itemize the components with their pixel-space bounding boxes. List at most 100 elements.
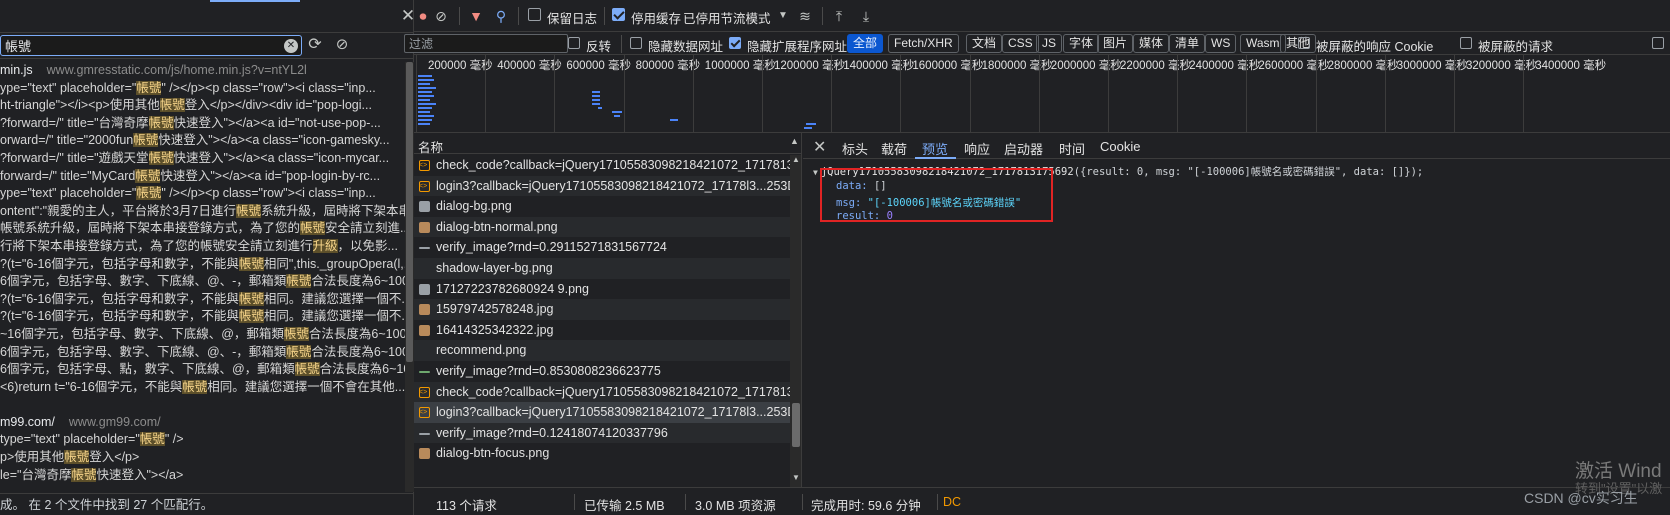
- blocked-requests-checkbox[interactable]: [1460, 37, 1472, 49]
- search-tabbar: ✕: [0, 0, 415, 33]
- result-match-line[interactable]: 6個字元，包括字母、數字、下底線、@、-，郵箱類帳號合法長度為6~100...: [0, 273, 405, 291]
- results-scroll-thumb[interactable]: [406, 62, 413, 362]
- request-list-header[interactable]: 名称 ▲: [414, 133, 801, 156]
- blocked-cookies-checkbox[interactable]: [1298, 37, 1310, 49]
- details-tab-0[interactable]: 标头: [842, 139, 868, 158]
- preserve-log-checkbox[interactable]: [528, 8, 541, 21]
- invert-checkbox[interactable]: [568, 37, 580, 49]
- request-row[interactable]: 16414325342322.jpg: [414, 320, 790, 341]
- close-details-icon[interactable]: ✕: [813, 137, 826, 157]
- result-file-header[interactable]: min.js www.gmresstatic.com/js/home.min.js…: [0, 62, 405, 80]
- clear-icon[interactable]: ⊘: [432, 7, 450, 25]
- hide-data-urls-checkbox[interactable]: [630, 37, 642, 49]
- request-row[interactable]: check_code?callback=jQuery17105583098218…: [414, 381, 790, 403]
- request-row[interactable]: check_code?callback=jQuery17105583098218…: [414, 155, 790, 176]
- result-match-line[interactable]: ?(t="6-16個字元，包括字母和數字，不能與帳號相同。建議您選擇一個不...: [0, 308, 405, 326]
- result-file-header[interactable]: m99.com/www.gm99.com/: [0, 414, 405, 432]
- request-row[interactable]: verify_image?rnd=0.29115271831567724: [414, 237, 790, 258]
- result-match-line[interactable]: 行將下架本串接登錄方式，為了您的帳號安全請立刻進行升級，以免影...: [0, 238, 405, 256]
- details-tab-5[interactable]: 时间: [1059, 139, 1085, 158]
- throttle-select[interactable]: 已停用节流模式: [683, 8, 771, 27]
- import-har-icon[interactable]: ⤒: [830, 7, 848, 25]
- result-match-line[interactable]: ?forward=/" title="遊戲天堂帳號快速登入"></a><a cl…: [0, 150, 405, 168]
- type-filter-8[interactable]: 清单: [1169, 34, 1206, 53]
- jsonp-body: ({result: 0, msg: "[-100006]帳號名或密碼錯誤", d…: [1073, 166, 1424, 178]
- type-filter-2[interactable]: 文档: [966, 34, 1003, 53]
- type-filter-10[interactable]: Wasm: [1240, 34, 1286, 53]
- hide-ext-urls-checkbox[interactable]: [729, 37, 741, 49]
- expand-triangle-icon[interactable]: ▼: [813, 168, 818, 177]
- result-match-line[interactable]: ontent":"親愛的主人，平台將於3月7日進行帳號系統升級，屆時將下架本串.…: [0, 203, 405, 221]
- type-filter-4[interactable]: JS: [1036, 34, 1063, 53]
- type-filter-3[interactable]: CSS: [1002, 34, 1039, 53]
- request-row[interactable]: 17127223782680924 9.png: [414, 279, 790, 300]
- result-match-line[interactable]: forward=/" title="MyCard帳號快速登入"></a><a i…: [0, 168, 405, 186]
- name-column-header[interactable]: 名称: [418, 137, 443, 156]
- result-match-line[interactable]: le="台灣奇摩帳號快速登入"></a>: [0, 467, 405, 485]
- disable-cache-checkbox[interactable]: [612, 8, 625, 21]
- request-row[interactable]: verify_image?rnd=0.8530808236623775: [414, 361, 790, 382]
- result-match-line[interactable]: 帳號系統升級，屆時將下架本串接登錄方式，為了您的帳號安全請立刻進...: [0, 220, 405, 238]
- result-match-line[interactable]: 6個字元，包括字母、數字、下底線、@、-，郵箱類帳號合法長度為6~100...: [0, 344, 405, 362]
- search-icon[interactable]: ⚲: [492, 7, 510, 25]
- timeline-tick-label: 2400000 毫秒: [1189, 60, 1261, 72]
- sort-icon[interactable]: ▲: [790, 136, 799, 146]
- result-match-line[interactable]: <6)return t="6-16個字元，不能與帳號相同。建議您選擇一個不會在其…: [0, 379, 405, 397]
- request-row[interactable]: dialog-btn-normal.png: [414, 216, 790, 238]
- result-match-line[interactable]: 6個字元，包括字母、點，數字、下底線、@，郵箱類帳號合法長度為6~100...: [0, 361, 405, 379]
- third-party-checkbox[interactable]: [1652, 37, 1664, 49]
- result-match-line[interactable]: type="text" placeholder="帳號" />: [0, 431, 405, 449]
- match-context: ype="text" placeholder=": [0, 186, 137, 201]
- timeline-gridline: [1523, 55, 1525, 132]
- result-match-line[interactable]: p>使用其他帳號登入</p>: [0, 449, 405, 467]
- export-har-icon[interactable]: ⤓: [857, 7, 875, 25]
- details-tab-3[interactable]: 响应: [964, 139, 990, 158]
- match-highlight: 帳號: [71, 467, 97, 482]
- network-conditions-icon[interactable]: ≋: [796, 7, 814, 25]
- scroll-down-icon[interactable]: ▼: [792, 473, 800, 482]
- type-filter-7[interactable]: 媒体: [1133, 34, 1170, 53]
- cancel-search-icon[interactable]: ⊘: [333, 36, 351, 54]
- details-tab-4[interactable]: 启动器: [1004, 139, 1043, 158]
- details-tab-2[interactable]: 预览: [922, 139, 948, 158]
- hide-ext-urls-label: 隐藏扩展程序网址: [747, 40, 848, 54]
- throttle-dropdown-icon[interactable]: ▼: [774, 7, 792, 25]
- result-match-line[interactable]: ht-triangle"></i><p>使用其他帳號登入</p></div><d…: [0, 97, 405, 115]
- details-tab-6[interactable]: Cookie: [1100, 139, 1140, 154]
- result-match-line[interactable]: ype="text" placeholder="帳號" /></p><p cla…: [0, 185, 405, 203]
- request-row[interactable]: dialog-btn-focus.png: [414, 443, 790, 464]
- request-list-scroll-thumb[interactable]: [792, 403, 800, 447]
- details-tab-1[interactable]: 载荷: [881, 139, 907, 158]
- refresh-icon[interactable]: ⟳: [306, 36, 324, 54]
- type-filter-5[interactable]: 字体: [1063, 34, 1100, 53]
- request-row[interactable]: verify_image?rnd=0.12418074120337796: [414, 422, 790, 444]
- request-list-scrollbar[interactable]: ▲ ▼: [790, 155, 801, 487]
- timeline-request-bar: [418, 103, 436, 105]
- request-row[interactable]: 15979742578248.jpg: [414, 299, 790, 320]
- type-filter-9[interactable]: WS: [1205, 34, 1237, 53]
- result-match-line[interactable]: ~16個字元，包括字母、數字、下底線、@，郵箱類帳號合法長度為6~100...: [0, 326, 405, 344]
- request-row[interactable]: login3?callback=jQuery171055830982184210…: [414, 175, 790, 197]
- scroll-up-icon[interactable]: ▲: [792, 155, 800, 164]
- result-match-line[interactable]: ype="text" placeholder="帳號" /></p><p cla…: [0, 80, 405, 98]
- result-match-line[interactable]: ?forward=/" title="台灣奇摩帳號快速登入"></a><a id…: [0, 115, 405, 133]
- request-row[interactable]: shadow-layer-bg.png: [414, 257, 790, 279]
- filter-icon[interactable]: ▼: [467, 7, 485, 25]
- script-file-icon: [419, 383, 430, 402]
- network-overview[interactable]: 200000 毫秒 400000 毫秒 600000 毫秒 800000 毫秒 1000…: [414, 55, 1670, 133]
- clear-search-icon[interactable]: ✕: [284, 39, 298, 53]
- request-row[interactable]: recommend.png: [414, 340, 790, 361]
- result-match-line[interactable]: ?(t="6-16個字元，包括字母和數字，不能與帳號相同。建議您選擇一個不...: [0, 291, 405, 309]
- result-match-line[interactable]: ?(t="6-16個字元，包括字母和數字，不能與帳號相同",this._grou…: [0, 256, 405, 274]
- type-filter-6[interactable]: 图片: [1097, 34, 1134, 53]
- type-filter-0[interactable]: 全部: [847, 34, 884, 53]
- results-scrollbar[interactable]: [405, 62, 414, 492]
- result-match-line[interactable]: orward=/" title="2000fun帳號快速登入"></a><a c…: [0, 132, 405, 150]
- search-input[interactable]: [5, 37, 277, 54]
- record-stop-icon[interactable]: ⏺: [414, 7, 432, 25]
- request-row[interactable]: dialog-bg.png: [414, 196, 790, 217]
- type-filter-1[interactable]: Fetch/XHR: [888, 34, 959, 53]
- request-row[interactable]: login3?callback=jQuery171055830982184210…: [414, 402, 790, 423]
- filter-input[interactable]: [404, 34, 568, 53]
- search-box[interactable]: ✕: [0, 35, 302, 56]
